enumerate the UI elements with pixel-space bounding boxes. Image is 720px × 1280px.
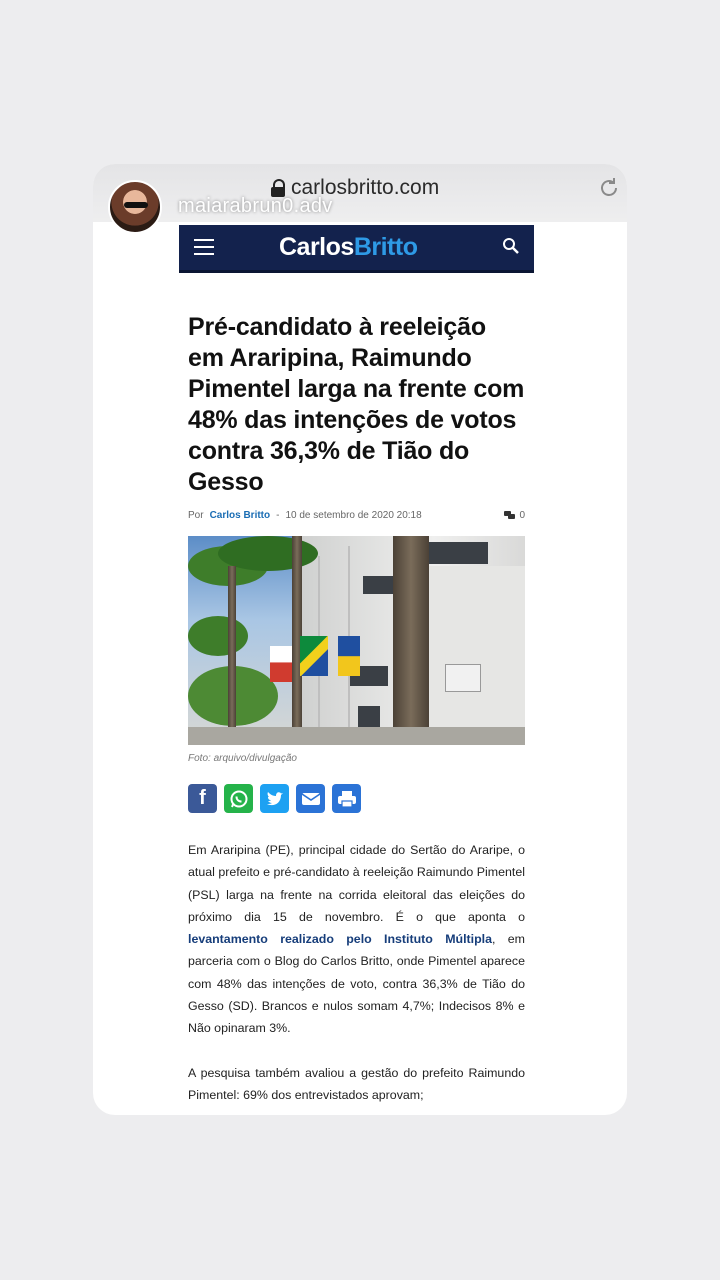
facebook-share-button[interactable]: f (188, 784, 217, 813)
facebook-icon: f (199, 787, 206, 809)
twitter-icon (266, 791, 283, 805)
article-body: Em Araripina (PE), principal cidade do S… (188, 839, 525, 1106)
by-label: Por (188, 510, 204, 521)
author-link[interactable]: Carlos Britto (210, 510, 271, 521)
whatsapp-share-button[interactable] (224, 784, 253, 813)
p1-text-after: , em parceria com o Blog do Carlos Britt… (188, 932, 525, 1036)
p1-text-before: Em Araripina (PE), principal cidade do S… (188, 843, 525, 924)
comments-link[interactable]: 0 (504, 510, 525, 521)
share-bar: f (188, 784, 525, 813)
story-card: carlosbritto.com maiarabrun0.adv CarlosB… (93, 164, 627, 1115)
email-icon (301, 792, 320, 805)
article-photo[interactable] (188, 536, 525, 745)
site-header: CarlosBritto (179, 225, 534, 273)
search-icon[interactable] (502, 237, 520, 260)
avatar[interactable] (108, 180, 162, 234)
article: Pré-candidato à reeleição em Araripina, … (188, 312, 525, 1115)
print-icon (337, 790, 356, 808)
reload-icon[interactable] (597, 176, 621, 205)
comment-count: 0 (519, 510, 525, 521)
article-title: Pré-candidato à reeleição em Araripina, … (188, 313, 525, 496)
paragraph-2: A pesquisa também avaliou a gestão do pr… (188, 1065, 525, 1102)
email-share-button[interactable] (296, 784, 325, 813)
menu-icon[interactable] (194, 239, 214, 255)
survey-link[interactable]: levantamento realizado pelo Instituto Mú… (188, 932, 492, 946)
username[interactable]: maiarabrun0.adv (178, 195, 333, 218)
article-meta: Por Carlos Britto - 10 de setembro de 20… (188, 510, 525, 521)
photo-caption: Foto: arquivo/divulgação (188, 753, 297, 764)
whatsapp-icon (230, 790, 247, 807)
logo-part2: Britto (353, 233, 418, 261)
comment-icon (504, 511, 516, 519)
publish-date: 10 de setembro de 2020 20:18 (285, 510, 422, 521)
logo-part1: Carlos (279, 233, 354, 261)
twitter-share-button[interactable] (260, 784, 289, 813)
browser-address-bar[interactable]: carlosbritto.com (93, 164, 627, 222)
site-logo[interactable]: CarlosBritto (279, 233, 418, 262)
print-share-button[interactable] (332, 784, 361, 813)
paragraph-1: Em Araripina (PE), principal cidade do S… (188, 839, 525, 1040)
meta-separator: - (276, 510, 280, 521)
